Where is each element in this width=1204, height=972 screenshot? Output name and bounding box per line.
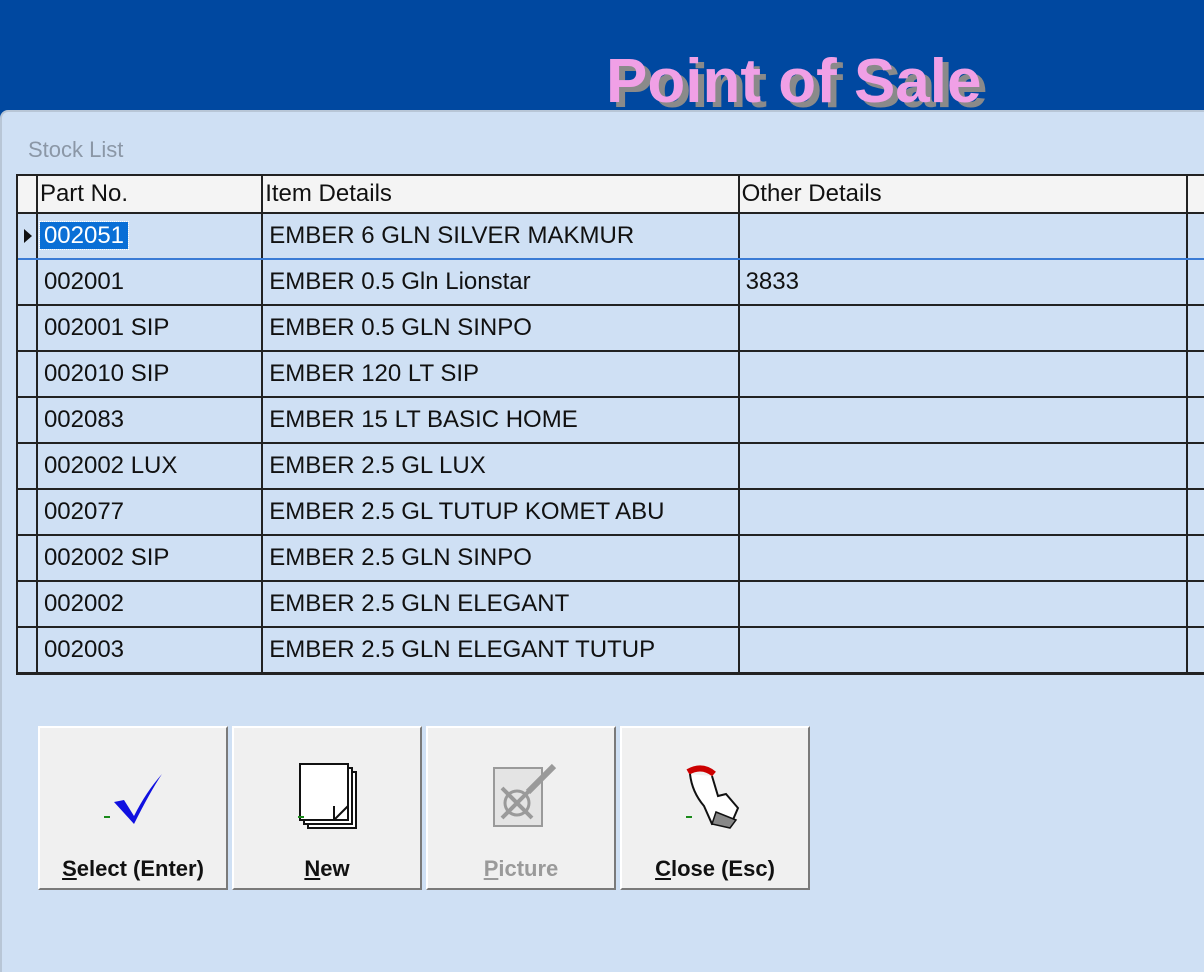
grid-header: Part No. Item Details Other Details [18,176,1204,214]
row-selector[interactable] [18,306,38,350]
select-button[interactable]: Select (Enter) [38,726,228,890]
row-pointer-icon [24,229,32,243]
part-no-cell[interactable]: 002001 [38,260,264,304]
item-details-cell[interactable]: EMBER 2.5 GL TUTUP KOMET ABU [263,490,740,534]
checkmark-icon [114,774,162,824]
row-selector[interactable] [18,490,38,534]
column-header-part-no[interactable]: Part No. [38,176,264,212]
other-details-cell[interactable] [740,306,1189,350]
extra-cell[interactable] [1188,352,1204,396]
row-selector-header [18,176,38,212]
part-no-cell[interactable]: 002051 [38,214,264,258]
item-details-cell[interactable]: EMBER 2.5 GLN ELEGANT TUTUP [263,628,740,672]
table-row[interactable]: 002001 EMBER 0.5 Gln Lionstar 3833 [18,260,1204,306]
part-no-cell[interactable]: 002083 [38,398,264,442]
part-no-cell[interactable]: 002002 [38,582,264,626]
item-details-cell[interactable]: EMBER 15 LT BASIC HOME [263,398,740,442]
row-selector[interactable] [18,628,38,672]
other-details-cell[interactable] [740,398,1189,442]
table-row[interactable]: 002002 EMBER 2.5 GLN ELEGANT [18,582,1204,628]
button-bar: Select (Enter) New Picture Close (Esc) [38,726,810,890]
focus-tick [298,816,304,818]
other-details-cell[interactable] [740,628,1189,672]
close-button-label: Close (Esc) [655,856,775,881]
table-row[interactable]: 002051 EMBER 6 GLN SILVER MAKMUR [18,214,1204,260]
focus-tick [104,816,110,818]
picture-button[interactable]: Picture [426,726,616,890]
part-no-cell[interactable]: 002010 SIP [38,352,264,396]
row-selector[interactable] [18,398,38,442]
other-details-cell[interactable] [740,536,1189,580]
grid-body: 002051 EMBER 6 GLN SILVER MAKMUR 002001 EMB… [18,214,1204,672]
table-row[interactable]: 002002 LUX EMBER 2.5 GL LUX [18,444,1204,490]
extra-cell[interactable] [1188,260,1204,304]
other-details-cell[interactable] [740,444,1189,488]
part-no-cell[interactable]: 002002 SIP [38,536,264,580]
part-no-cell[interactable]: 002077 [38,490,264,534]
table-row[interactable]: 002002 SIP EMBER 2.5 GLN SINPO [18,536,1204,582]
part-no-cell[interactable]: 002002 LUX [38,444,264,488]
column-header-extra [1188,176,1204,212]
extra-cell[interactable] [1188,628,1204,672]
item-details-cell[interactable]: EMBER 2.5 GL LUX [263,444,740,488]
item-details-cell[interactable]: EMBER 0.5 Gln Lionstar [263,260,740,304]
picture-icon [493,763,557,827]
row-selector[interactable] [18,352,38,396]
picture-button-label: Picture [483,856,559,881]
row-selector[interactable] [18,582,38,626]
extra-cell[interactable] [1188,582,1204,626]
extra-cell[interactable] [1188,490,1204,534]
new-button[interactable]: New [232,726,422,890]
other-details-cell[interactable] [740,490,1189,534]
extra-cell[interactable] [1188,398,1204,442]
other-details-cell[interactable]: 3833 [740,260,1189,304]
window-caption: Stock List [28,137,124,162]
other-details-cell[interactable] [740,582,1189,626]
extra-cell[interactable] [1188,444,1204,488]
table-row[interactable]: 002010 SIP EMBER 120 LT SIP [18,352,1204,398]
extra-cell[interactable] [1188,536,1204,580]
item-details-cell[interactable]: EMBER 2.5 GLN ELEGANT [263,582,740,626]
row-selector[interactable] [18,444,38,488]
app-title: Point of Sale [606,47,982,116]
extra-cell[interactable] [1188,214,1204,258]
table-row[interactable]: 002001 SIP EMBER 0.5 GLN SINPO [18,306,1204,352]
column-header-other-details[interactable]: Other Details [740,176,1189,212]
table-row[interactable]: 002003 EMBER 2.5 GLN ELEGANT TUTUP [18,628,1204,672]
part-no-cell[interactable]: 002001 SIP [38,306,264,350]
new-document-icon [299,763,357,829]
part-no-cell[interactable]: 002003 [38,628,264,672]
stock-list-window: Stock List Part No. Item Details Other D… [0,110,1204,972]
focus-tick [686,816,692,818]
row-selector[interactable] [18,214,38,258]
close-button[interactable]: Close (Esc) [620,726,810,890]
item-details-cell[interactable]: EMBER 120 LT SIP [263,352,740,396]
other-details-cell[interactable] [740,214,1189,258]
row-selector[interactable] [18,260,38,304]
close-hand-icon [686,765,740,829]
select-button-label: Select (Enter) [62,856,204,881]
new-button-label: New [304,856,350,881]
table-row[interactable]: 002077 EMBER 2.5 GL TUTUP KOMET ABU [18,490,1204,536]
row-selector[interactable] [18,536,38,580]
stock-grid[interactable]: Part No. Item Details Other Details 0020… [16,174,1204,675]
item-details-cell[interactable]: EMBER 0.5 GLN SINPO [263,306,740,350]
item-details-cell[interactable]: EMBER 2.5 GLN SINPO [263,536,740,580]
other-details-cell[interactable] [740,352,1189,396]
item-details-cell[interactable]: EMBER 6 GLN SILVER MAKMUR [263,214,740,258]
column-header-item-details[interactable]: Item Details [263,176,740,212]
selected-cell-text: 002051 [38,221,130,250]
table-row[interactable]: 002083 EMBER 15 LT BASIC HOME [18,398,1204,444]
extra-cell[interactable] [1188,306,1204,350]
